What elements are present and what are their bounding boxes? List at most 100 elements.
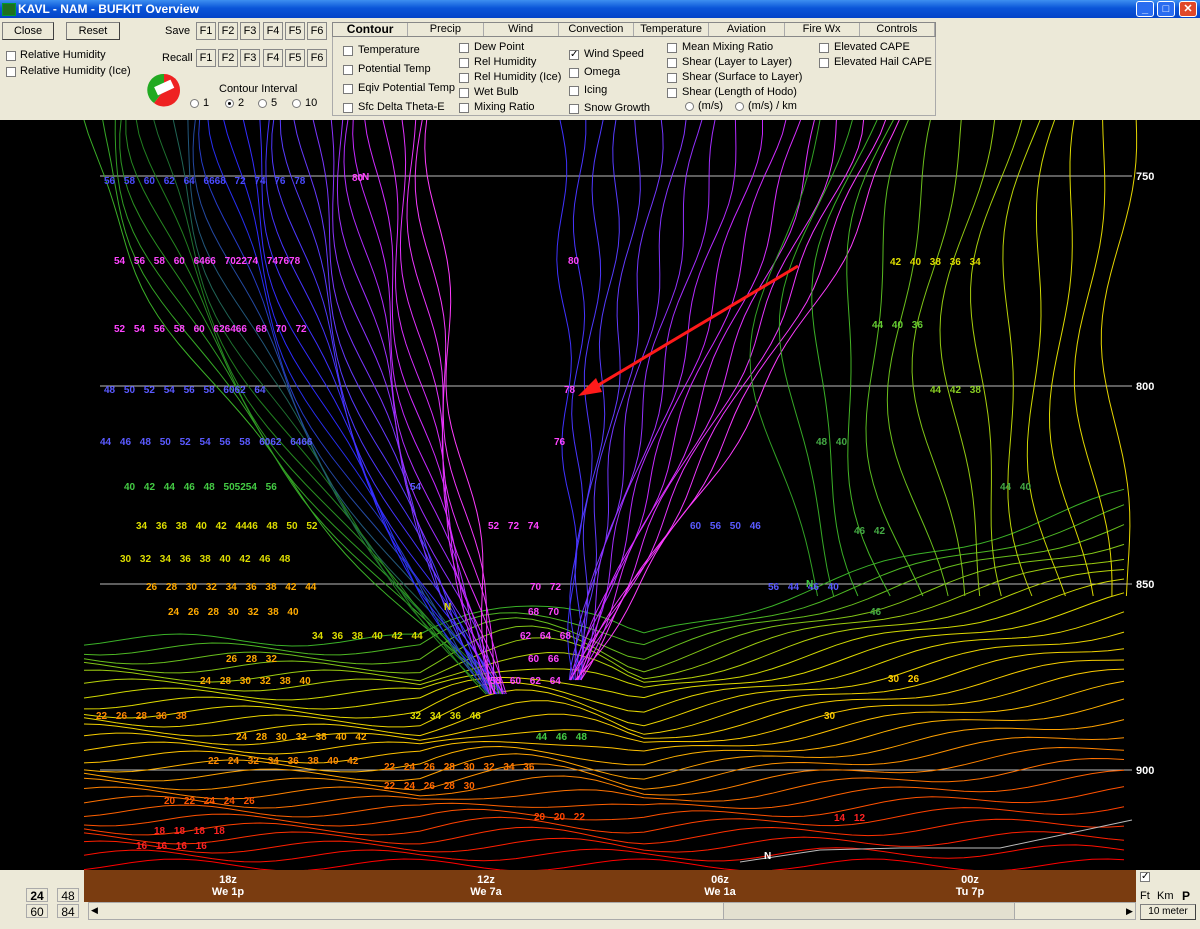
interval-1-label: 1: [203, 97, 210, 109]
hours-84-button[interactable]: 84: [57, 904, 79, 919]
recall-f2-button[interactable]: F2: [218, 49, 238, 67]
scroll-left-icon[interactable]: ◀: [91, 905, 98, 916]
interval-2-radio[interactable]: [225, 99, 234, 108]
tab-controls[interactable]: Controls: [860, 23, 935, 36]
eqiv-potential-temp-checkbox[interactable]: [343, 84, 353, 94]
time-label-4-day: Tu 7p: [955, 886, 985, 898]
contour-value-label: 76: [554, 437, 566, 448]
contour-plot[interactable]: 750 800 850 900 56 58 60 62 64 6668 72 7…: [0, 120, 1200, 870]
dew-point-label: Dew Point: [474, 41, 525, 53]
save-f5-button[interactable]: F5: [285, 22, 305, 40]
time-label-1-z: 18z: [219, 874, 237, 886]
time-label-2-z: 12z: [477, 874, 495, 886]
save-f1-button[interactable]: F1: [196, 22, 216, 40]
save-f3-button[interactable]: F3: [240, 22, 260, 40]
wet-bulb-checkbox[interactable]: [459, 88, 469, 98]
unit-ms-label: (m/s): [698, 100, 724, 112]
close-window-button[interactable]: ✕: [1179, 1, 1197, 17]
interval-10-radio[interactable]: [292, 99, 301, 108]
contour-line: [279, 120, 497, 695]
contour-value-label: N: [764, 851, 772, 862]
title-bar: KAVL - NAM - BUFKIT Overview _ □ ✕: [0, 0, 1200, 18]
unit-p-button[interactable]: P: [1182, 889, 1190, 903]
tab-precip[interactable]: Precip: [408, 23, 484, 36]
omega-label: Omega: [584, 66, 621, 78]
rh-ice-checkbox[interactable]: [6, 67, 16, 77]
sfc-delta-theta-e-checkbox[interactable]: [343, 103, 353, 113]
unit-mskm-radio[interactable]: [735, 102, 744, 111]
contour-value-label: 26 28 30 32 34 36 38 42 44: [146, 582, 317, 593]
shear-layer-to-layer-checkbox[interactable]: [667, 58, 677, 68]
contour-value-label: 18 18 18 18: [154, 826, 225, 837]
rel-humidity-ice-checkbox[interactable]: [459, 73, 469, 83]
mixing-ratio-checkbox[interactable]: [459, 103, 469, 113]
contour-value-label: 22 26 28 36 38: [96, 711, 187, 722]
temperature-checkbox[interactable]: [343, 46, 353, 56]
tab-bar: Contour Precip Wind Convection Temperature Av…: [332, 22, 936, 37]
omega-checkbox[interactable]: [569, 68, 579, 78]
recall-f5-button[interactable]: F5: [285, 49, 305, 67]
contour-line: [569, 120, 737, 681]
rh-checkbox[interactable]: [6, 51, 16, 61]
contour-line: [569, 120, 587, 681]
rel-humidity-label: Rel Humidity: [474, 56, 537, 68]
elevated-cape-checkbox[interactable]: [819, 43, 829, 53]
unit-ft-button[interactable]: Ft: [1140, 890, 1150, 902]
icing-checkbox[interactable]: [569, 86, 579, 96]
potential-temp-checkbox[interactable]: [343, 65, 353, 75]
reset-button[interactable]: Reset: [66, 22, 120, 40]
contour-value-label: 62 64 68: [520, 631, 571, 642]
snow-growth-checkbox[interactable]: [569, 104, 579, 114]
contour-line: [865, 120, 924, 597]
contour-value-label: 52 72 74: [488, 521, 539, 532]
shear-surface-to-layer-checkbox[interactable]: [667, 73, 677, 83]
tab-wind[interactable]: Wind: [484, 23, 559, 36]
rel-humidity-checkbox[interactable]: [459, 58, 469, 68]
minimize-button[interactable]: _: [1136, 1, 1154, 17]
hours-60-button[interactable]: 60: [26, 904, 48, 919]
interval-1-radio[interactable]: [190, 99, 199, 108]
contour-value-label: 44 46 48: [536, 732, 587, 743]
dew-point-checkbox[interactable]: [459, 43, 469, 53]
wind-speed-checkbox[interactable]: ✓: [569, 50, 579, 60]
pressure-level-750: 750: [1136, 171, 1155, 183]
mean-mixing-ratio-checkbox[interactable]: [667, 43, 677, 53]
contour-value-label: 20 22 24 24 26: [164, 796, 255, 807]
unit-km-button[interactable]: Km: [1157, 890, 1174, 902]
time-scrollbar[interactable]: ◀: [88, 902, 1136, 920]
recall-f6-button[interactable]: F6: [307, 49, 327, 67]
contour-value-label: 48 40: [816, 437, 848, 448]
contour-interval-label: Contour Interval: [219, 83, 298, 95]
recall-f4-button[interactable]: F4: [263, 49, 283, 67]
hours-24-button[interactable]: 24: [26, 888, 48, 903]
tab-aviation[interactable]: Aviation: [709, 23, 785, 36]
scroll-right-icon[interactable]: ▶: [1126, 906, 1133, 917]
contour-line: [939, 120, 996, 597]
close-button[interactable]: Close: [2, 22, 54, 40]
level-select[interactable]: 10 meter: [1140, 904, 1196, 920]
annotation-arrowhead: [578, 378, 602, 396]
tab-temperature[interactable]: Temperature: [634, 23, 710, 36]
tab-fire-wx[interactable]: Fire Wx: [785, 23, 860, 36]
save-f2-button[interactable]: F2: [218, 22, 238, 40]
scroll-thumb[interactable]: [723, 903, 1015, 919]
contour-value-label: N: [362, 172, 370, 183]
tab-convection[interactable]: Convection: [559, 23, 634, 36]
interval-5-radio[interactable]: [258, 99, 267, 108]
save-f4-button[interactable]: F4: [263, 22, 283, 40]
hours-48-button[interactable]: 48: [57, 888, 79, 903]
contour-line: [886, 120, 949, 597]
contour-line: [556, 120, 578, 681]
maximize-button[interactable]: □: [1157, 1, 1175, 17]
unit-ms-radio[interactable]: [685, 102, 694, 111]
contour-value-label: 26 28 32: [226, 654, 277, 665]
app-icon: [2, 3, 16, 16]
save-f6-button[interactable]: F6: [307, 22, 327, 40]
tab-contour[interactable]: Contour: [333, 23, 409, 36]
recall-f3-button[interactable]: F3: [240, 49, 260, 67]
contour-line: [83, 844, 1125, 863]
shear-length-of-hodo-checkbox[interactable]: [667, 88, 677, 98]
recall-f1-button[interactable]: F1: [196, 49, 216, 67]
display-checkbox[interactable]: ✓: [1140, 872, 1150, 882]
elevated-hail-cape-checkbox[interactable]: [819, 58, 829, 68]
